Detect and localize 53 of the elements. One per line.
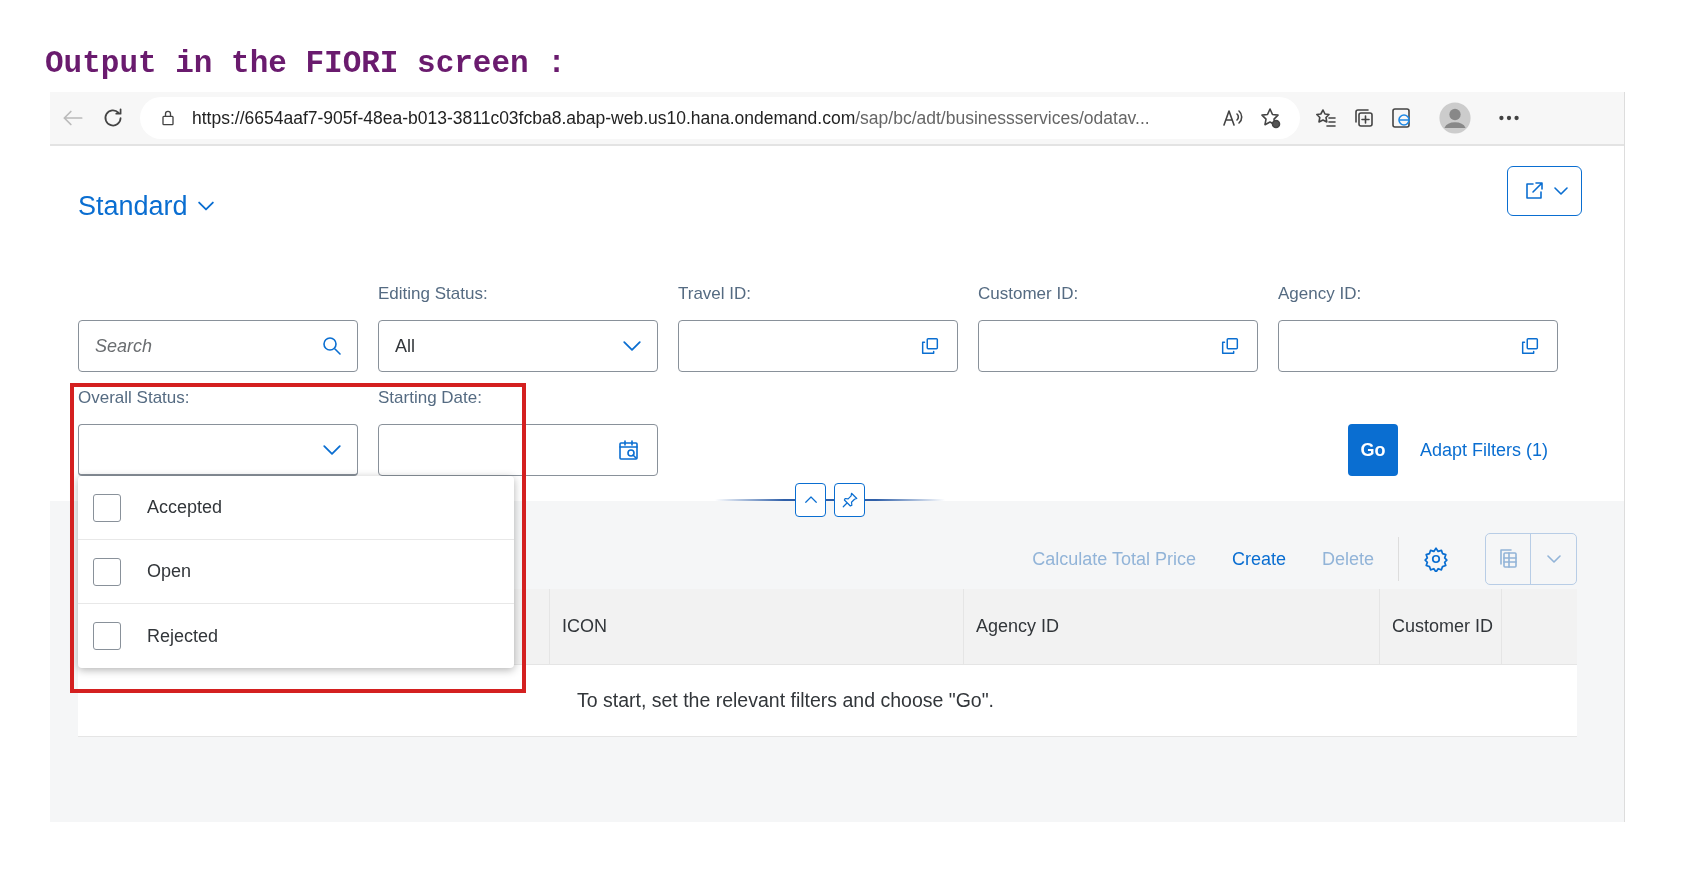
- dropdown-option[interactable]: Rejected: [78, 604, 514, 668]
- variant-title[interactable]: Standard: [78, 186, 188, 227]
- go-button[interactable]: Go: [1347, 424, 1398, 476]
- address-bar[interactable]: https://6654aaf7-905f-48ea-b013-3811c03fcba8.abap-web.us10.hana.ondemand.com/sap/bc/adt/businessservices/odatav...: [140, 97, 1300, 139]
- date-field[interactable]: [378, 424, 658, 476]
- checkbox[interactable]: [93, 622, 121, 650]
- search-icon: [320, 334, 344, 358]
- favorites-icon[interactable]: [1314, 106, 1338, 130]
- option-label[interactable]: Accepted: [147, 494, 223, 521]
- field-label: Customer ID:: [978, 284, 1080, 305]
- calendar-icon: [617, 438, 641, 462]
- column-header: Agency ID: [976, 615, 1060, 638]
- option-label[interactable]: Rejected: [147, 622, 219, 650]
- chevron-down-icon[interactable]: [197, 201, 214, 212]
- settings-icon[interactable]: [1423, 546, 1449, 572]
- chevron-down-icon: [323, 444, 341, 455]
- value-help-icon: [919, 335, 941, 357]
- value-help-icon: [1519, 335, 1541, 357]
- profile-avatar-icon[interactable]: [1438, 101, 1472, 135]
- column-header: Customer ID: [1392, 615, 1494, 638]
- pin-button[interactable]: [834, 483, 865, 517]
- field-label: Starting Date:: [378, 388, 483, 409]
- chevron-down-icon: [623, 341, 641, 351]
- value-help-icon: [1219, 335, 1241, 357]
- pin-icon: [840, 491, 859, 509]
- empty-table-message: To start, set the relevant filters and choose "Go".: [576, 687, 995, 713]
- url-text[interactable]: https://6654aaf7-905f-48ea-b013-3811c03fcba8.abap-web.us10.hana.ondemand.com/sap/bc/adt/businessservices/odatav...: [192, 104, 1206, 132]
- option-label[interactable]: Open: [147, 558, 192, 585]
- chevron-down-icon: [1553, 187, 1568, 195]
- collections-icon[interactable]: [1352, 106, 1376, 130]
- adapt-filters-link[interactable]: Adapt Filters (1): [1419, 424, 1548, 476]
- field-label: Travel ID:: [678, 284, 753, 305]
- column-header: ICON: [562, 615, 607, 638]
- field-label: Agency ID:: [1278, 284, 1363, 305]
- dropdown-field[interactable]: All: [378, 320, 658, 372]
- page-heading: Output in the FIORI screen :: [45, 45, 567, 83]
- checkbox[interactable]: [93, 557, 121, 586]
- input-field[interactable]: [978, 320, 1258, 372]
- checkbox[interactable]: [93, 493, 121, 522]
- search-field[interactable]: Search: [78, 320, 358, 372]
- field-label: Overall Status:: [78, 388, 191, 409]
- collapse-button[interactable]: [795, 483, 826, 517]
- chevron-down-icon: [1546, 555, 1561, 563]
- variant-selector[interactable]: Standard: [78, 186, 214, 227]
- dropdown-option[interactable]: Open: [78, 540, 514, 604]
- input-field[interactable]: [678, 320, 958, 372]
- share-button[interactable]: [1507, 166, 1582, 216]
- toolbar-button[interactable]: Create: [1231, 545, 1286, 573]
- dropdown-field[interactable]: [78, 424, 358, 476]
- field-label: Editing Status:: [378, 284, 489, 305]
- field-value: All: [395, 334, 415, 358]
- input-field[interactable]: [1278, 320, 1558, 372]
- star-add-icon[interactable]: [1258, 106, 1282, 130]
